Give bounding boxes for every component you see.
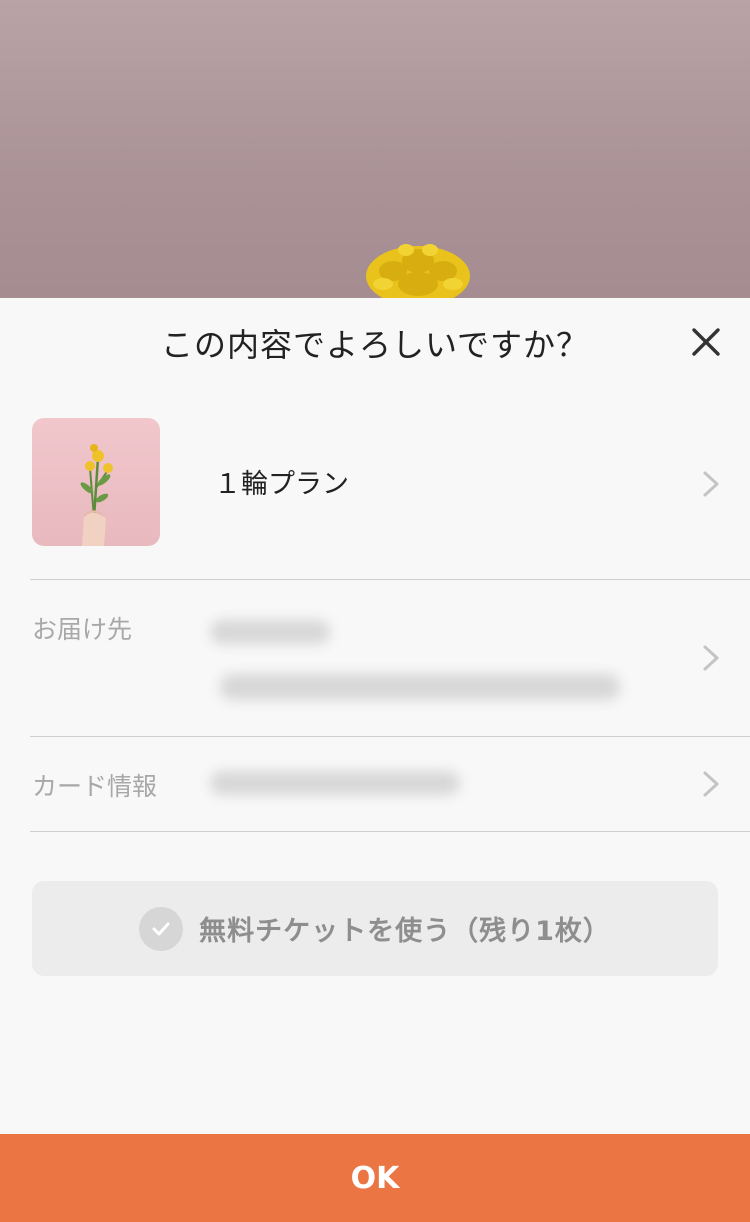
free-ticket-toggle[interactable]: 無料チケットを使う（残り1枚） [32,881,718,976]
free-ticket-label: 無料チケットを使う（残り1枚） [199,916,611,947]
plan-name: １輪プラン [214,469,349,500]
ok-button-label: OK [350,1160,400,1196]
dialog-title: この内容でよろしいですか？ [160,326,590,364]
check-circle-icon [139,906,184,951]
blurred-address [220,674,620,700]
address-label: お届け先 [32,615,133,644]
confirmation-sheet: この内容でよろしいですか？ １輪プラン お届け先 カード情報 無料チケットを使う… [0,298,750,1222]
plan-thumbnail [32,418,160,546]
chevron-right-icon [703,771,719,797]
chevron-right-icon [703,645,719,671]
flower-bouquet-icon [80,444,113,546]
ok-button[interactable]: OK [0,1134,750,1222]
card-row[interactable]: カード情報 [30,737,750,832]
flower-photo-icon [366,244,470,298]
address-row[interactable]: お届け先 [30,580,750,737]
card-label: カード情報 [32,772,158,801]
sheet-header: この内容でよろしいですか？ [0,298,750,388]
plan-row[interactable]: １輪プラン [30,398,750,580]
close-icon[interactable] [686,322,726,362]
blurred-card-number [210,771,460,795]
blurred-name [210,620,330,644]
chevron-right-icon [703,471,719,497]
background-photo [0,0,750,298]
